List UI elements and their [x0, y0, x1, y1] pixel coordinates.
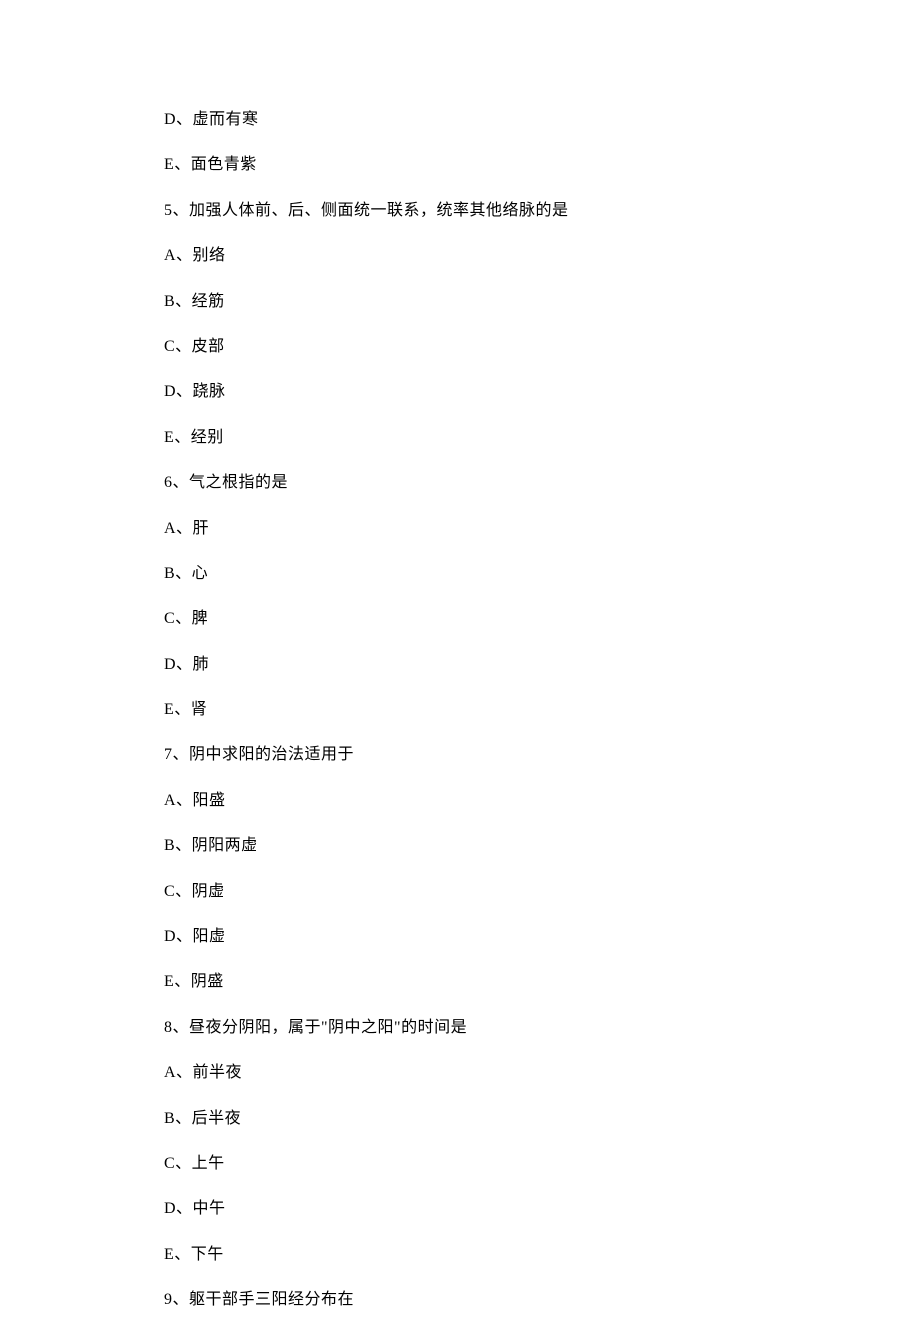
option-text: E、阴盛 [164, 970, 920, 994]
option-text: B、经筋 [164, 290, 920, 314]
document-page: D、虚而有寒 E、面色青紫 5、加强人体前、后、侧面统一联系，统率其他络脉的是 … [0, 0, 920, 1312]
question-text: 8、昼夜分阴阳，属于"阴中之阳"的时间是 [164, 1016, 920, 1040]
option-text: D、阳虚 [164, 925, 920, 949]
question-text: 9、躯干部手三阳经分布在 [164, 1288, 920, 1312]
option-text: E、面色青紫 [164, 153, 920, 177]
question-text: 6、气之根指的是 [164, 471, 920, 495]
option-text: C、阴虚 [164, 880, 920, 904]
option-text: D、肺 [164, 653, 920, 677]
option-text: B、后半夜 [164, 1107, 920, 1131]
option-text: C、上午 [164, 1152, 920, 1176]
option-text: B、心 [164, 562, 920, 586]
option-text: D、跷脉 [164, 380, 920, 404]
option-text: D、虚而有寒 [164, 108, 920, 132]
option-text: A、前半夜 [164, 1061, 920, 1085]
option-text: E、肾 [164, 698, 920, 722]
option-text: D、中午 [164, 1197, 920, 1221]
option-text: A、别络 [164, 244, 920, 268]
option-text: C、皮部 [164, 335, 920, 359]
option-text: A、阳盛 [164, 789, 920, 813]
question-text: 7、阴中求阳的治法适用于 [164, 743, 920, 767]
option-text: E、经别 [164, 426, 920, 450]
option-text: C、脾 [164, 607, 920, 631]
question-text: 5、加强人体前、后、侧面统一联系，统率其他络脉的是 [164, 199, 920, 223]
option-text: E、下午 [164, 1243, 920, 1267]
option-text: B、阴阳两虚 [164, 834, 920, 858]
option-text: A、肝 [164, 517, 920, 541]
